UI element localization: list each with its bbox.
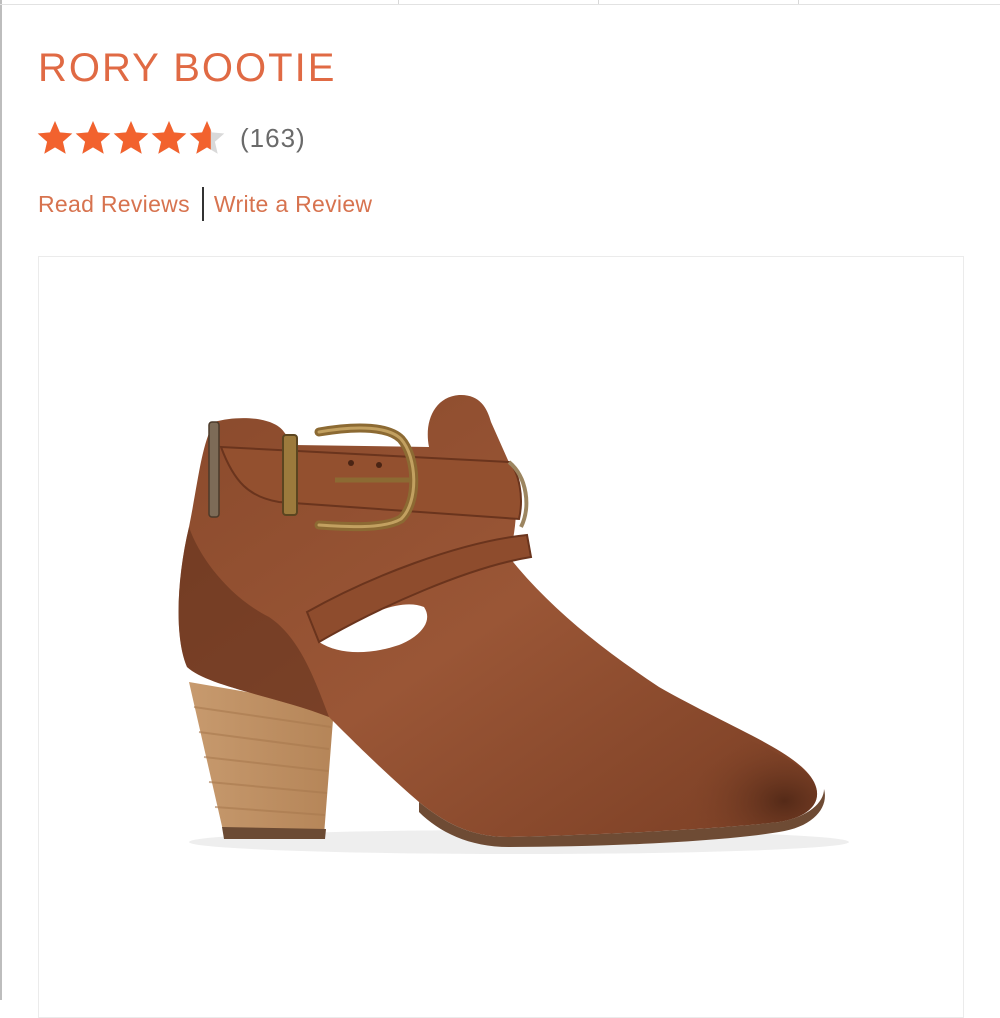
product-rating[interactable]: (163) — [36, 118, 306, 158]
tab-separator — [398, 0, 399, 4]
star-icon — [75, 121, 111, 154]
star-icon — [189, 121, 225, 154]
product-image[interactable] — [38, 256, 964, 1018]
zipper — [208, 421, 220, 518]
star-rating — [36, 119, 226, 157]
star-icon — [37, 121, 73, 154]
tab-separator — [798, 0, 799, 4]
link-divider — [201, 187, 204, 221]
read-reviews-link[interactable]: Read Reviews — [38, 191, 190, 218]
review-count: (163) — [240, 122, 306, 153]
top-tab-strip — [0, 0, 1000, 5]
bootie-illustration — [178, 394, 849, 854]
page-left-edge — [0, 0, 2, 1000]
tab-separator — [598, 0, 599, 4]
star-icon — [113, 121, 149, 154]
strap-keeper — [282, 434, 298, 516]
review-links: Read Reviews Write a Review — [38, 186, 372, 222]
write-review-link[interactable]: Write a Review — [214, 191, 372, 218]
product-title: RORY BOOTIE — [38, 46, 337, 90]
star-icon — [151, 121, 187, 154]
